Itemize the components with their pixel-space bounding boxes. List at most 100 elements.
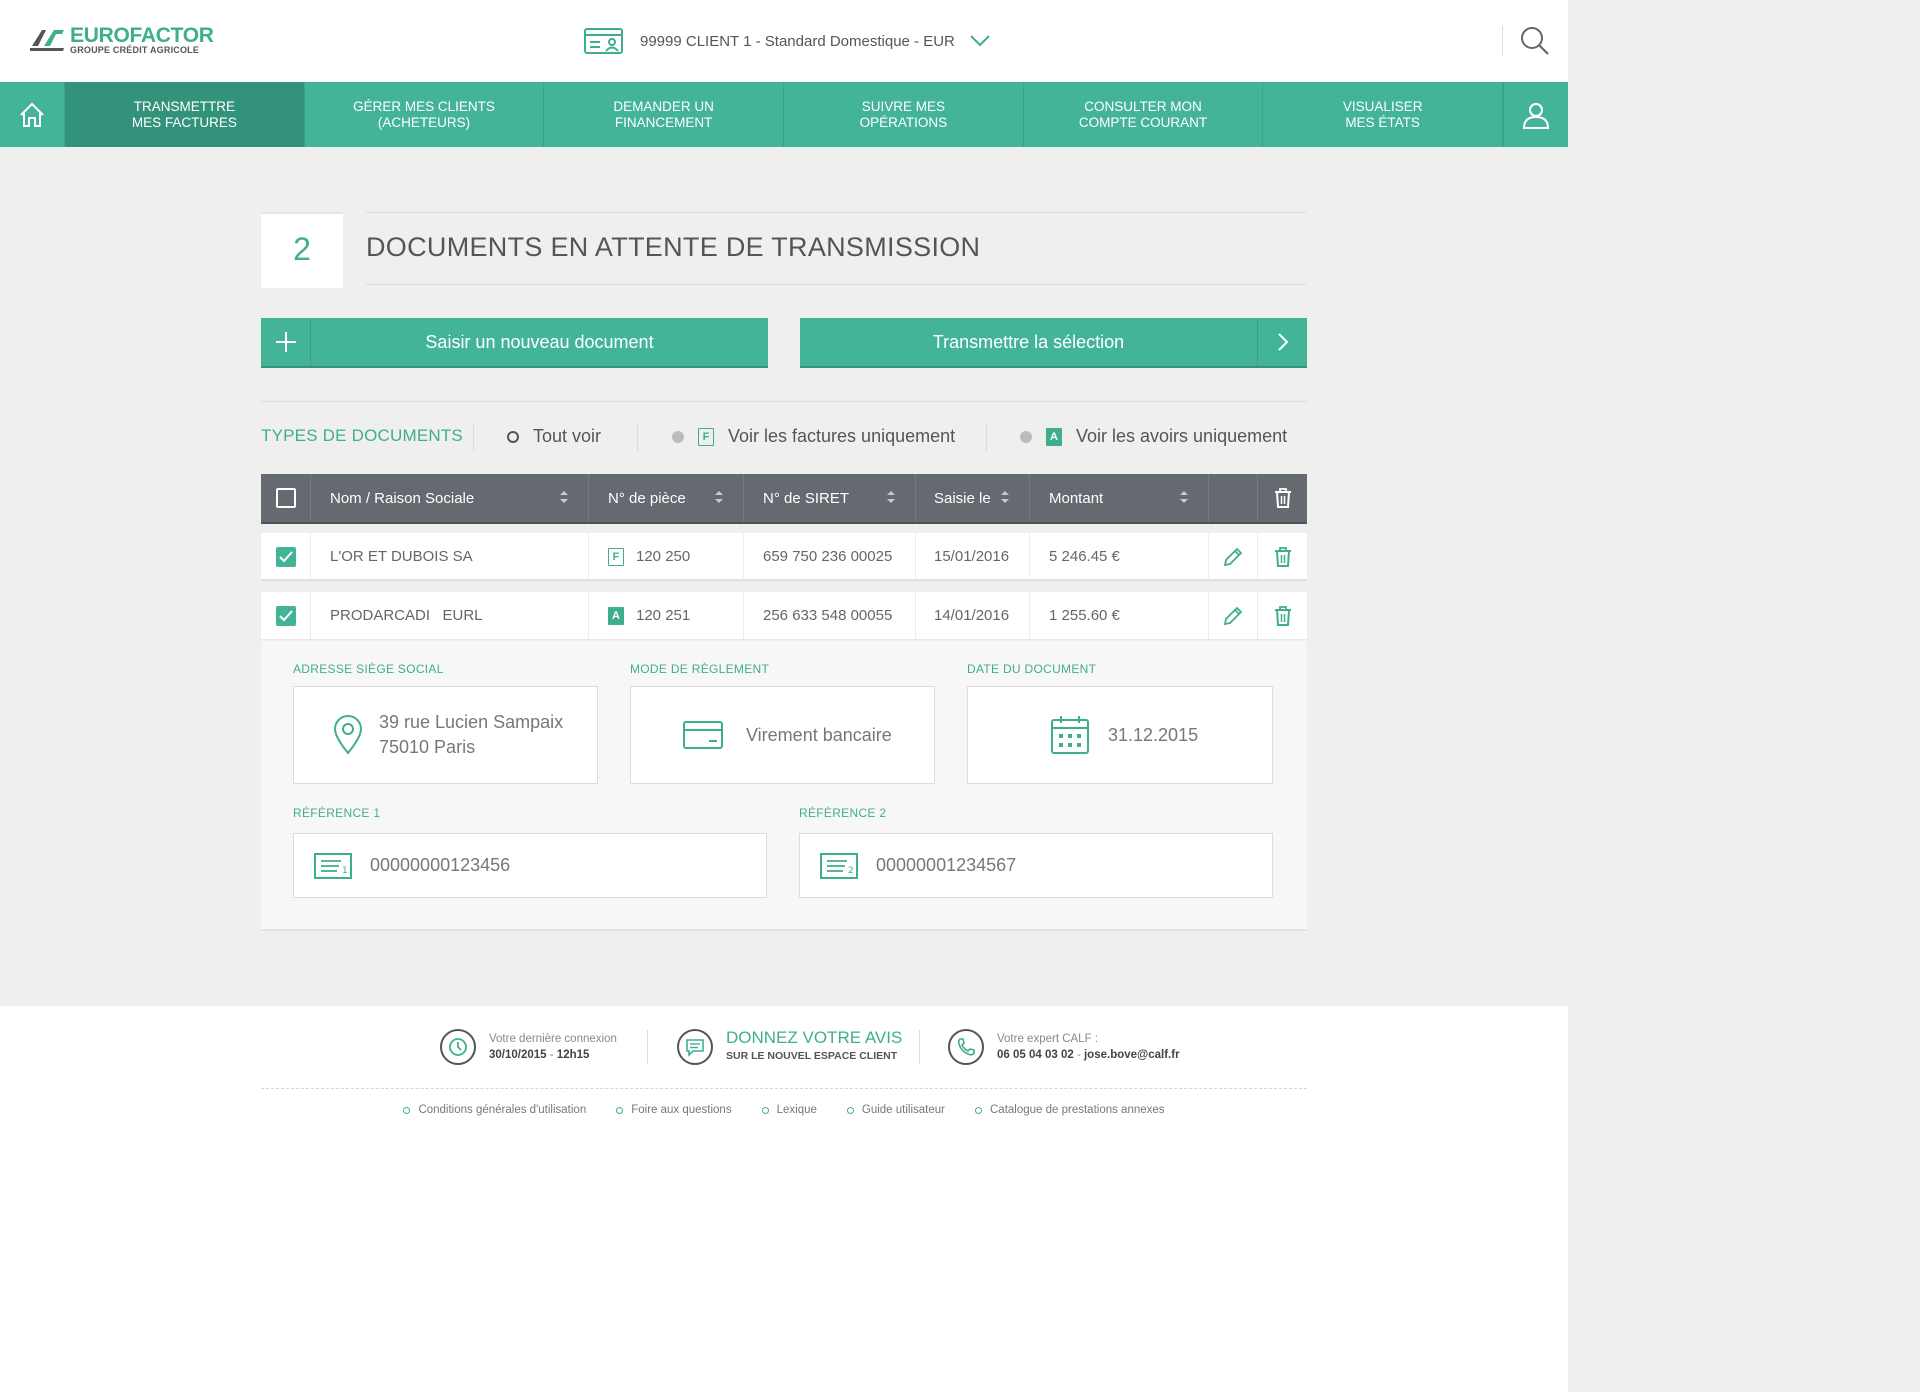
nav-suivre-operations[interactable]: SUIVRE MES OPÉRATIONS — [784, 82, 1024, 147]
invoice-badge-icon: F — [698, 427, 714, 446]
footer-link-guide[interactable]: Guide utilisateur — [846, 1104, 945, 1116]
row-checkbox[interactable] — [275, 546, 296, 567]
th-amount[interactable]: Montant — [1030, 474, 1209, 522]
trash-icon — [1274, 488, 1291, 508]
eurofactor-logo[interactable]: EUROFACTOR GROUPE CRÉDIT AGRICOLE — [30, 24, 220, 58]
trash-icon — [1274, 546, 1291, 567]
nav-label-line2: (ACHETEURS) — [377, 114, 471, 130]
pencil-icon — [1223, 606, 1243, 625]
cell-name-text: PRODARCADI EURL — [330, 607, 483, 624]
credit-badge-icon: A — [608, 606, 624, 625]
cell-name: PRODARCADI EURL — [311, 592, 589, 639]
footer-divider — [647, 1030, 648, 1064]
nav-label-line2: OPÉRATIONS — [859, 114, 948, 130]
sort-icon — [560, 491, 568, 503]
th-delete-all[interactable] — [1258, 474, 1307, 522]
ref1-field[interactable]: 1 00000000123456 — [293, 833, 767, 898]
chat-icon-circle — [677, 1029, 713, 1065]
th-date[interactable]: Saisie le — [916, 474, 1030, 522]
expert-email[interactable]: jose.bove@calf.fr — [1084, 1049, 1180, 1061]
cell-delete[interactable] — [1258, 533, 1307, 580]
ref2-field[interactable]: 2 00000001234567 — [799, 833, 1273, 898]
nav-user-account[interactable] — [1503, 82, 1568, 147]
send-selection-label: Transmettre la sélection — [932, 331, 1125, 352]
clock-icon-circle — [440, 1029, 476, 1065]
send-selection-button[interactable]: Transmettre la sélection — [800, 318, 1307, 368]
home-icon — [20, 102, 44, 127]
cell-siret-text: 256 633 548 00055 — [763, 607, 893, 624]
nav-demander-financement[interactable]: DEMANDER UN FINANCEMENT — [544, 82, 785, 147]
main-nav: TRANSMETTRE MES FACTURES GÉRER MES CLIENT… — [0, 82, 1568, 147]
nav-home[interactable] — [0, 82, 65, 147]
footer-link-cgu[interactable]: Conditions générales d'utilisation — [403, 1104, 586, 1116]
new-document-button[interactable]: Saisir un nouveau document — [261, 318, 768, 368]
radio-unselected-icon — [1020, 430, 1032, 443]
client-card-icon — [584, 28, 623, 54]
zigzag-decoration — [261, 283, 343, 289]
select-all-cell — [261, 474, 311, 522]
last-login-date: 30/10/2015 — [489, 1049, 547, 1061]
check-icon — [278, 550, 293, 562]
doc-date-value: 31.12.2015 — [1108, 724, 1199, 745]
filter-all[interactable]: Tout voir — [507, 426, 601, 447]
cell-edit[interactable] — [1209, 592, 1258, 639]
th-name[interactable]: Nom / Raison Sociale — [311, 474, 589, 522]
filter-divider — [637, 424, 638, 452]
address-label: ADRESSE SIÈGE SOCIAL — [293, 662, 444, 676]
search-icon[interactable] — [1520, 26, 1550, 56]
document-type-filters: TYPES DE DOCUMENTS Tout voir F Voir les … — [261, 420, 1307, 456]
row-checkbox[interactable] — [275, 605, 296, 626]
cell-date-text: 15/01/2016 — [934, 548, 1010, 565]
footer-link-catalogue[interactable]: Catalogue de prestations annexes — [975, 1104, 1165, 1116]
chat-bubble-icon — [686, 1039, 704, 1057]
chevron-right-icon — [1277, 333, 1288, 351]
cell-piece-text: 120 251 — [636, 607, 691, 624]
th-siret[interactable]: N° de SIRET — [744, 474, 916, 522]
filter-invoices[interactable]: F Voir les factures uniquement — [672, 426, 955, 447]
cell-edit[interactable] — [1209, 533, 1258, 580]
section-divider — [261, 401, 1307, 402]
bullet-icon — [403, 1106, 411, 1114]
nav-label-line1: GÉRER MES CLIENTS — [353, 98, 495, 114]
phone-icon-circle — [948, 1029, 984, 1065]
filter-divider — [473, 424, 474, 452]
bullet-icon — [761, 1106, 769, 1114]
th-piece[interactable]: N° de pièce — [589, 474, 744, 522]
doc-date-label: DATE DU DOCUMENT — [967, 662, 1097, 676]
footer-links: Conditions générales d'utilisation Foire… — [0, 1104, 1568, 1116]
client-selector-label: 99999 CLIENT 1 - Standard Domestique - E… — [640, 32, 955, 50]
nav-visualiser-etats[interactable]: VISUALISER MES ÉTATS — [1263, 82, 1504, 147]
cell-siret-text: 659 750 236 00025 — [763, 548, 893, 565]
footer-link-faq[interactable]: Foire aux questions — [616, 1104, 732, 1116]
cell-amount: 1 255.60 € — [1030, 592, 1209, 639]
invoice-badge-icon: F — [608, 547, 624, 566]
last-login-separator: - — [546, 1049, 557, 1061]
expert-phone: 06 05 04 03 02 — [997, 1049, 1074, 1061]
nav-consulter-compte[interactable]: CONSULTER MON COMPTE COURANT — [1024, 82, 1264, 147]
client-selector[interactable]: 99999 CLIENT 1 - Standard Domestique - E… — [584, 24, 991, 58]
cell-piece: A 120 251 — [589, 592, 744, 639]
cell-siret: 256 633 548 00055 — [744, 592, 916, 639]
title-divider-bottom — [366, 284, 1306, 285]
phone-icon — [957, 1038, 975, 1056]
credit-card-icon — [683, 721, 723, 749]
filter-credits[interactable]: A Voir les avoirs uniquement — [1020, 426, 1287, 447]
nav-label-line1: TRANSMETTRE — [133, 98, 235, 114]
cell-name: L'OR ET DUBOIS SA — [311, 533, 589, 580]
cell-delete[interactable] — [1258, 592, 1307, 639]
user-icon — [1523, 102, 1550, 129]
table-row[interactable]: PRODARCADI EURL A 120 251 256 633 548 00… — [261, 592, 1307, 640]
filters-title: TYPES DE DOCUMENTS — [261, 426, 463, 445]
nav-gerer-clients[interactable]: GÉRER MES CLIENTS (ACHETEURS) — [305, 82, 545, 147]
title-divider-top — [366, 212, 1306, 213]
nav-label-line1: CONSULTER MON — [1084, 98, 1202, 114]
footer-link-label: Lexique — [776, 1104, 817, 1116]
trash-icon — [1274, 605, 1291, 626]
th-name-label: Nom / Raison Sociale — [330, 489, 475, 507]
feedback-link[interactable]: DONNEZ VOTRE AVIS SUR LE NOUVEL ESPACE C… — [677, 1029, 902, 1065]
nav-transmettre-factures[interactable]: TRANSMETTRE MES FACTURES — [65, 82, 305, 147]
cell-amount-text: 5 246.45 € — [1049, 548, 1120, 565]
table-row[interactable]: L'OR ET DUBOIS SA F 120 250 659 750 236 … — [261, 533, 1307, 581]
footer-link-lexique[interactable]: Lexique — [761, 1104, 817, 1116]
select-all-checkbox[interactable] — [275, 488, 296, 508]
